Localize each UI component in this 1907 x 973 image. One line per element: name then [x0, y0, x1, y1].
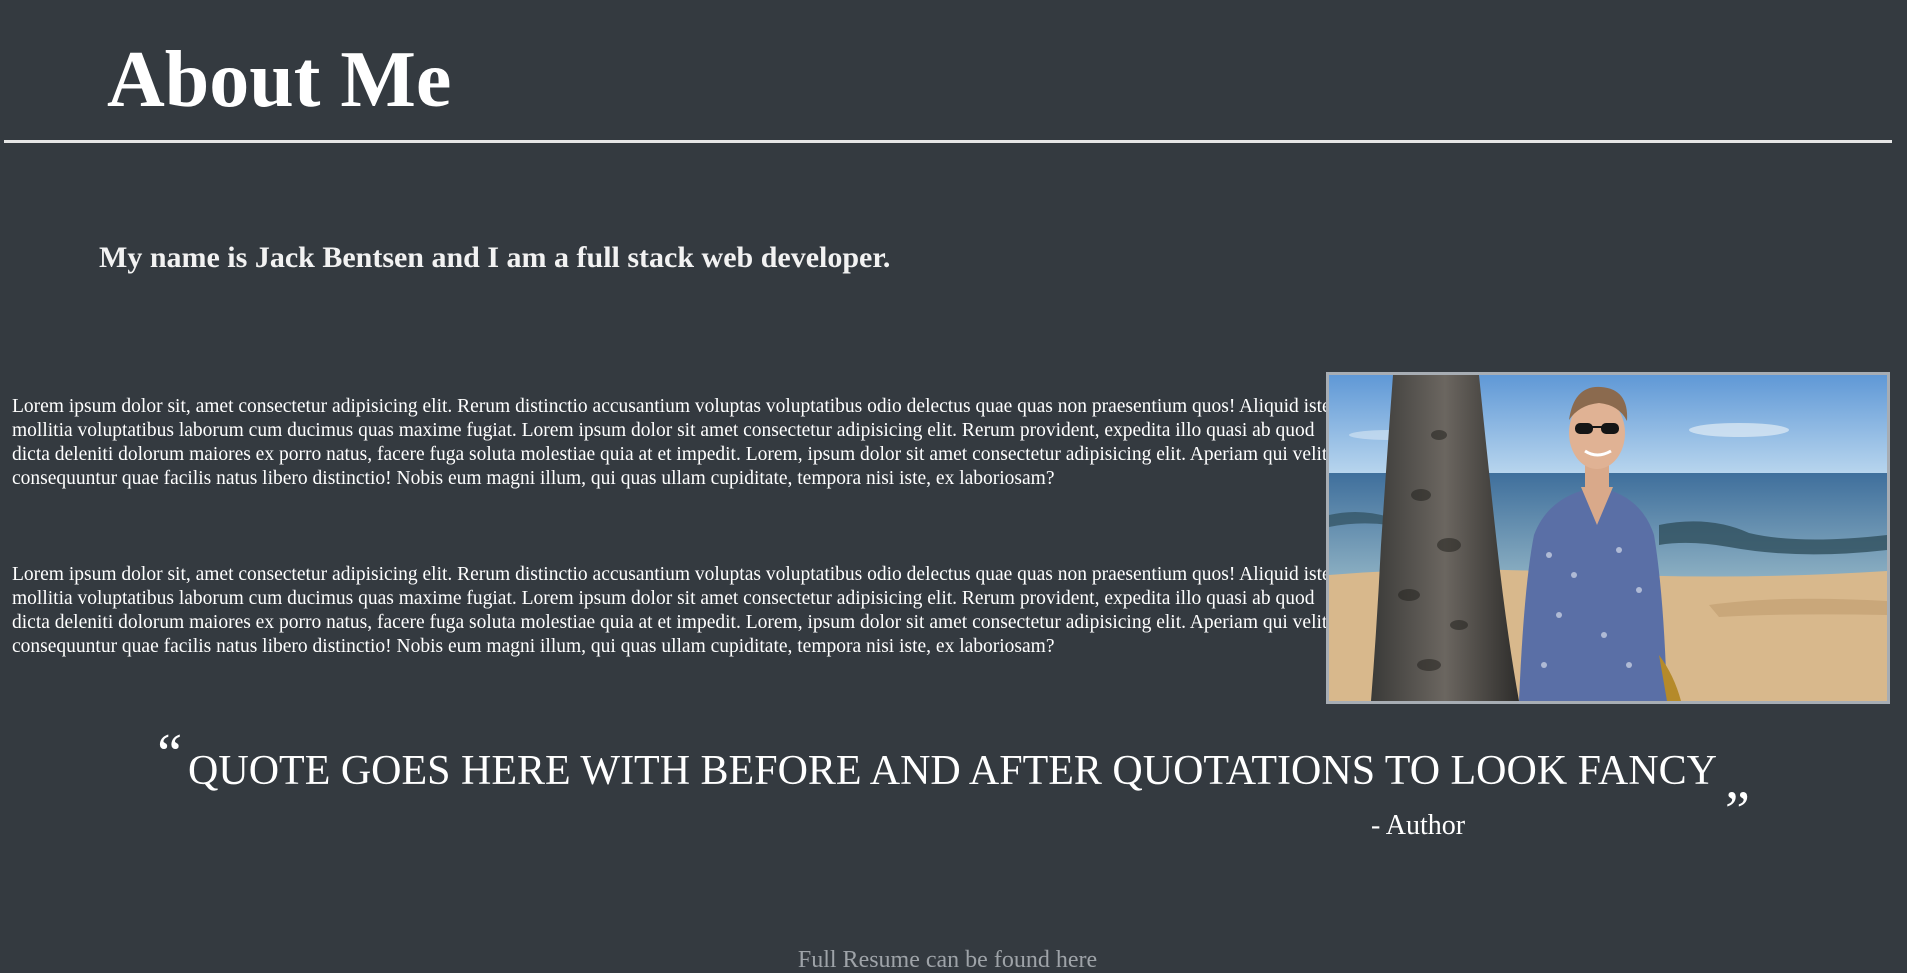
open-quote-mark: “ — [157, 723, 183, 785]
resume-link[interactable]: Full Resume can be found here — [0, 945, 1895, 973]
bio-paragraph: Lorem ipsum dolor sit, amet consectetur … — [12, 564, 1331, 657]
header-divider — [4, 140, 1892, 143]
about-page: About Me My name is Jack Bentsen and I a… — [0, 0, 1907, 973]
close-quote-mark: „ — [1724, 749, 1750, 811]
bio-paragraph: Lorem ipsum dolor sit, amet consectetur … — [12, 396, 1331, 489]
quote-author: - Author — [1371, 810, 1466, 841]
beach-portrait-image — [1329, 375, 1887, 701]
quote: “QUOTE GOES HERE WITH BEFORE AND AFTER Q… — [0, 724, 1907, 810]
profile-photo — [1326, 372, 1890, 704]
intro-heading: My name is Jack Bentsen and I am a full … — [99, 241, 891, 274]
page-title: About Me — [107, 36, 452, 124]
quote-text: QUOTE GOES HERE WITH BEFORE AND AFTER QU… — [188, 748, 1717, 794]
